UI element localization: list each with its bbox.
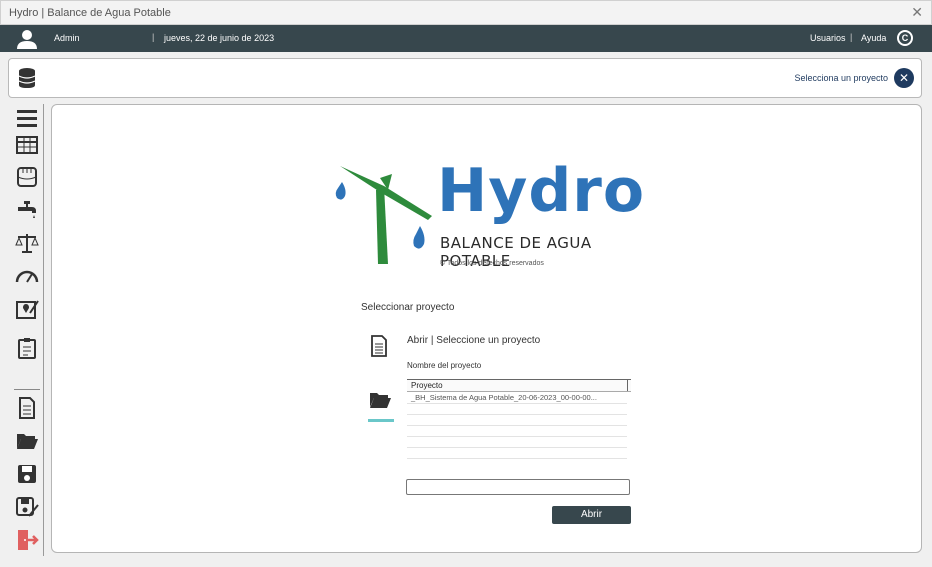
sidebar [0, 104, 46, 562]
map-pin-icon[interactable] [14, 297, 40, 321]
table-row [407, 437, 627, 448]
water-tank-icon[interactable] [14, 165, 40, 189]
table-row [407, 448, 627, 459]
project-bar: Selecciona un proyecto ✕ [8, 58, 922, 98]
exit-icon[interactable] [14, 528, 40, 552]
help-link[interactable]: Ayuda [861, 33, 886, 43]
users-link[interactable]: Usuarios [810, 33, 846, 43]
window-title: Hydro | Balance de Agua Potable [9, 7, 171, 19]
open-folder-icon[interactable] [14, 429, 40, 453]
save-as-icon[interactable] [14, 495, 40, 519]
project-name-input[interactable] [406, 479, 630, 495]
copyright-notice: © Todos los derechos reservados [440, 260, 544, 267]
open-button[interactable]: Abrir [552, 506, 631, 524]
grid-header-edge [627, 379, 628, 391]
top-user-bar: Admin | jueves, 22 de junio de 2023 Usua… [0, 25, 932, 52]
window-titlebar: Hydro | Balance de Agua Potable ✕ [0, 0, 932, 25]
save-icon[interactable] [14, 462, 40, 486]
open-project-title: Abrir | Seleccione un proyecto [407, 335, 541, 346]
main-panel: Hydro BALANCE DE AGUA POTABLE © Todos lo… [51, 104, 922, 553]
logo-wordmark: Hydro [437, 156, 646, 226]
database-icon [18, 68, 36, 88]
table-row [407, 426, 627, 437]
grid-header-label: Proyecto [411, 381, 443, 390]
scale-icon[interactable] [14, 231, 40, 255]
faucet-icon[interactable] [14, 198, 40, 222]
table-row [407, 404, 627, 415]
folder-icon[interactable] [369, 391, 391, 409]
grid-header-proyecto[interactable]: Proyecto [407, 379, 631, 392]
project-grid[interactable]: Proyecto _BH_Sistema de Agua Potable_20-… [407, 379, 631, 465]
separator: | [152, 32, 155, 42]
close-project-button[interactable]: ✕ [894, 68, 914, 88]
user-icon [17, 30, 37, 49]
clipboard-icon[interactable] [14, 336, 40, 360]
document-icon [371, 335, 387, 357]
table-row[interactable]: _BH_Sistema de Agua Potable_20-06-2023_0… [407, 393, 627, 404]
table-row [407, 415, 627, 426]
gauge-icon[interactable] [14, 264, 40, 288]
menu-icon[interactable] [14, 106, 40, 130]
new-file-icon[interactable] [14, 396, 40, 420]
username: Admin [54, 33, 80, 43]
current-date: jueves, 22 de junio de 2023 [164, 33, 275, 43]
folder-active-indicator [368, 419, 394, 422]
sidebar-divider-line [43, 104, 44, 556]
hydro-logo: Hydro BALANCE DE AGUA POTABLE © Todos lo… [332, 156, 662, 275]
windmill-logo-icon [335, 166, 432, 264]
sidebar-section-divider [14, 389, 40, 390]
project-name-label: Nombre del proyecto [407, 361, 482, 370]
separator: | [850, 32, 853, 42]
window-close-icon[interactable]: ✕ [911, 4, 923, 21]
copyright-icon[interactable]: C [897, 30, 913, 46]
select-project-link[interactable]: Selecciona un proyecto [794, 73, 888, 83]
select-project-heading: Seleccionar proyecto [361, 302, 455, 313]
table-icon[interactable] [14, 133, 40, 157]
